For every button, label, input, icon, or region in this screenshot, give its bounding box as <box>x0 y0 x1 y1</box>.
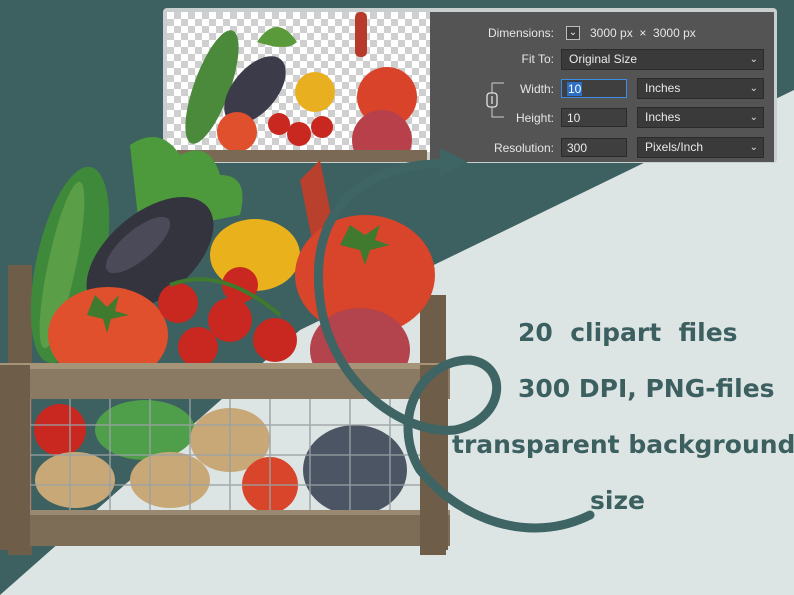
promo-line-files: 20 clipart files <box>518 318 738 347</box>
promo-line-transparent: transparent background <box>452 430 794 459</box>
swirl-arrow-icon <box>314 148 595 533</box>
promo-line-format: 300 DPI, PNG-files <box>518 374 775 403</box>
promo-line-size: size <box>590 486 645 515</box>
